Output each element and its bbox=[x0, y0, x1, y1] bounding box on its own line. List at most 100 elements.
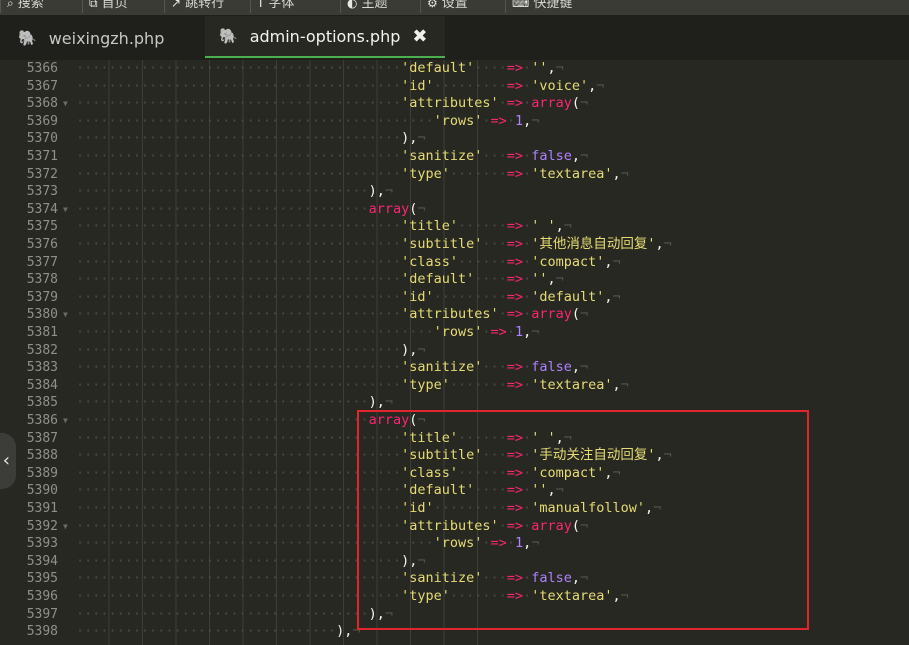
line-number: 5377 bbox=[26, 254, 58, 270]
line-number: 5374 bbox=[26, 201, 58, 217]
fold-arrow-icon[interactable]: ▼ bbox=[63, 95, 68, 113]
tab-label: admin-options.php bbox=[249, 26, 401, 46]
code-line[interactable]: ········································… bbox=[76, 78, 604, 96]
line-number: 5368 bbox=[26, 96, 58, 112]
code-line[interactable]: ········································… bbox=[76, 306, 588, 324]
code-line[interactable]: ········································… bbox=[76, 482, 564, 500]
line-number: 5379 bbox=[26, 289, 58, 305]
code-line[interactable]: ········································… bbox=[76, 166, 629, 184]
line-number: 5378 bbox=[26, 272, 58, 288]
tab-bar: 🐘 weixingzh.php 🐘 admin-options.php ✖ bbox=[0, 16, 909, 60]
top-menubar: ⌕ 搜索 ⧉ 首页 ↗ 跳转行 T 字体 ◐ 主题 ⚙ 设置 ⌨ 快捷键 bbox=[0, 0, 909, 16]
code-line[interactable]: ········································… bbox=[76, 95, 588, 113]
line-number: 5384 bbox=[26, 377, 58, 393]
tab-weixingzh[interactable]: 🐘 weixingzh.php bbox=[0, 16, 205, 60]
line-number: 5392 bbox=[26, 518, 58, 534]
line-number: 5375 bbox=[26, 219, 58, 235]
tab-admin-options[interactable]: 🐘 admin-options.php ✖ bbox=[205, 16, 445, 58]
code-line[interactable]: ····································),¬ bbox=[76, 183, 393, 201]
tab-label: weixingzh.php bbox=[48, 28, 165, 48]
line-number: 5385 bbox=[26, 395, 58, 411]
line-number: 5369 bbox=[26, 113, 58, 129]
menu-item-label: 搜索 bbox=[17, 0, 44, 11]
code-line[interactable]: ········································… bbox=[76, 377, 629, 395]
collapse-sidebar-button[interactable]: ‹ bbox=[0, 433, 16, 489]
line-number: 5367 bbox=[26, 78, 58, 94]
line-number: 5391 bbox=[26, 501, 58, 516]
code-line[interactable]: ········································… bbox=[76, 359, 588, 377]
code-editor[interactable]: 5366 5367 5368 ▼ 5369 5370 5371 5372 5373 5374 ▼ 53… bbox=[0, 60, 909, 645]
chevron-left-icon: ‹ bbox=[1, 450, 12, 471]
code-line[interactable]: ········································… bbox=[76, 518, 588, 536]
fold-arrow-icon[interactable]: ▼ bbox=[63, 412, 68, 430]
font-icon: T bbox=[257, 0, 265, 10]
menu-item[interactable]: ⌨ 快捷键 bbox=[505, 0, 572, 13]
line-number: 5398 bbox=[26, 624, 58, 640]
code-line[interactable]: ········································… bbox=[76, 236, 672, 254]
menu-item-label: 主题 bbox=[361, 0, 388, 11]
fold-arrow-icon[interactable]: ▼ bbox=[63, 201, 68, 219]
line-number: 5393 bbox=[26, 536, 58, 552]
menu-item-label: 跳转行 bbox=[185, 0, 225, 11]
code-line[interactable]: ····································arra… bbox=[76, 412, 426, 430]
menu-item[interactable]: ⚙ 设置 bbox=[420, 0, 468, 13]
jump-icon: ↗ bbox=[171, 0, 182, 10]
preview-icon: ⧉ bbox=[89, 0, 98, 10]
php-elephant-icon: 🐘 bbox=[219, 27, 238, 45]
fold-arrow-icon[interactable]: ▼ bbox=[63, 518, 68, 536]
code-line[interactable]: ········································… bbox=[76, 342, 426, 360]
menu-item-label: 首页 bbox=[101, 0, 128, 11]
line-number: 5366 bbox=[26, 61, 58, 76]
line-number: 5380 bbox=[26, 307, 58, 323]
line-number: 5382 bbox=[26, 342, 58, 358]
line-number: 5373 bbox=[26, 184, 58, 200]
line-number: 5370 bbox=[26, 131, 58, 147]
code-line[interactable]: ································),¬ bbox=[76, 623, 361, 641]
menu-item-label: 设置 bbox=[441, 0, 468, 11]
menu-item-label: 快捷键 bbox=[533, 0, 573, 11]
code-line[interactable]: ········································… bbox=[76, 254, 621, 272]
code-line[interactable]: ····································arra… bbox=[76, 201, 426, 219]
line-number: 5371 bbox=[26, 149, 58, 164]
code-line[interactable]: ········································… bbox=[76, 535, 539, 553]
code-line[interactable]: ········································… bbox=[76, 113, 539, 131]
code-line[interactable]: ········································… bbox=[76, 60, 564, 78]
menu-item[interactable]: ↗ 跳转行 bbox=[164, 0, 224, 13]
fold-arrow-icon[interactable]: ▼ bbox=[63, 306, 68, 324]
code-line[interactable]: ········································… bbox=[76, 148, 588, 166]
line-number: 5376 bbox=[26, 237, 58, 252]
menu-item[interactable]: ⌕ 搜索 bbox=[0, 0, 44, 13]
code-line[interactable]: ········································… bbox=[76, 447, 672, 465]
search-icon: ⌕ bbox=[7, 0, 14, 10]
php-elephant-icon: 🐘 bbox=[18, 29, 37, 47]
code-line[interactable]: ····································),¬ bbox=[76, 606, 393, 624]
menu-item[interactable]: ⧉ 首页 bbox=[82, 0, 128, 13]
line-number: 5381 bbox=[26, 325, 58, 340]
code-line[interactable]: ····································),¬ bbox=[76, 394, 393, 412]
code-line[interactable]: ········································… bbox=[76, 218, 572, 236]
code-line[interactable]: ········································… bbox=[76, 324, 539, 342]
keyboard-icon: ⌨ bbox=[512, 0, 530, 10]
settings-icon: ⚙ bbox=[427, 0, 438, 10]
line-number: 5394 bbox=[26, 553, 58, 569]
code-line[interactable]: ········································… bbox=[76, 500, 661, 518]
line-number: 5396 bbox=[26, 589, 58, 604]
code-line[interactable]: ········································… bbox=[76, 289, 621, 307]
line-number: 5383 bbox=[26, 360, 58, 376]
line-number: 5372 bbox=[26, 166, 58, 182]
code-line[interactable]: ········································… bbox=[76, 430, 572, 448]
code-line[interactable]: ········································… bbox=[76, 570, 588, 588]
code-line[interactable]: ········································… bbox=[76, 271, 564, 289]
close-tab-icon[interactable]: ✖ bbox=[412, 26, 427, 47]
code-line[interactable]: ········································… bbox=[76, 553, 426, 571]
menu-item[interactable]: ◐ 主题 bbox=[340, 0, 388, 13]
code-line[interactable]: ········································… bbox=[76, 588, 629, 606]
code-line[interactable]: ········································… bbox=[76, 130, 426, 148]
line-number: 5395 bbox=[26, 571, 58, 587]
line-number-gutter: 5366 5367 5368 ▼ 5369 5370 5371 5372 5373 5374 ▼ 53… bbox=[0, 60, 72, 645]
menu-item-label: 字体 bbox=[268, 0, 295, 11]
line-number: 5397 bbox=[26, 606, 58, 622]
line-number: 5386 bbox=[26, 413, 58, 428]
code-line[interactable]: ········································… bbox=[76, 465, 621, 483]
menu-item[interactable]: T 字体 bbox=[250, 0, 294, 13]
